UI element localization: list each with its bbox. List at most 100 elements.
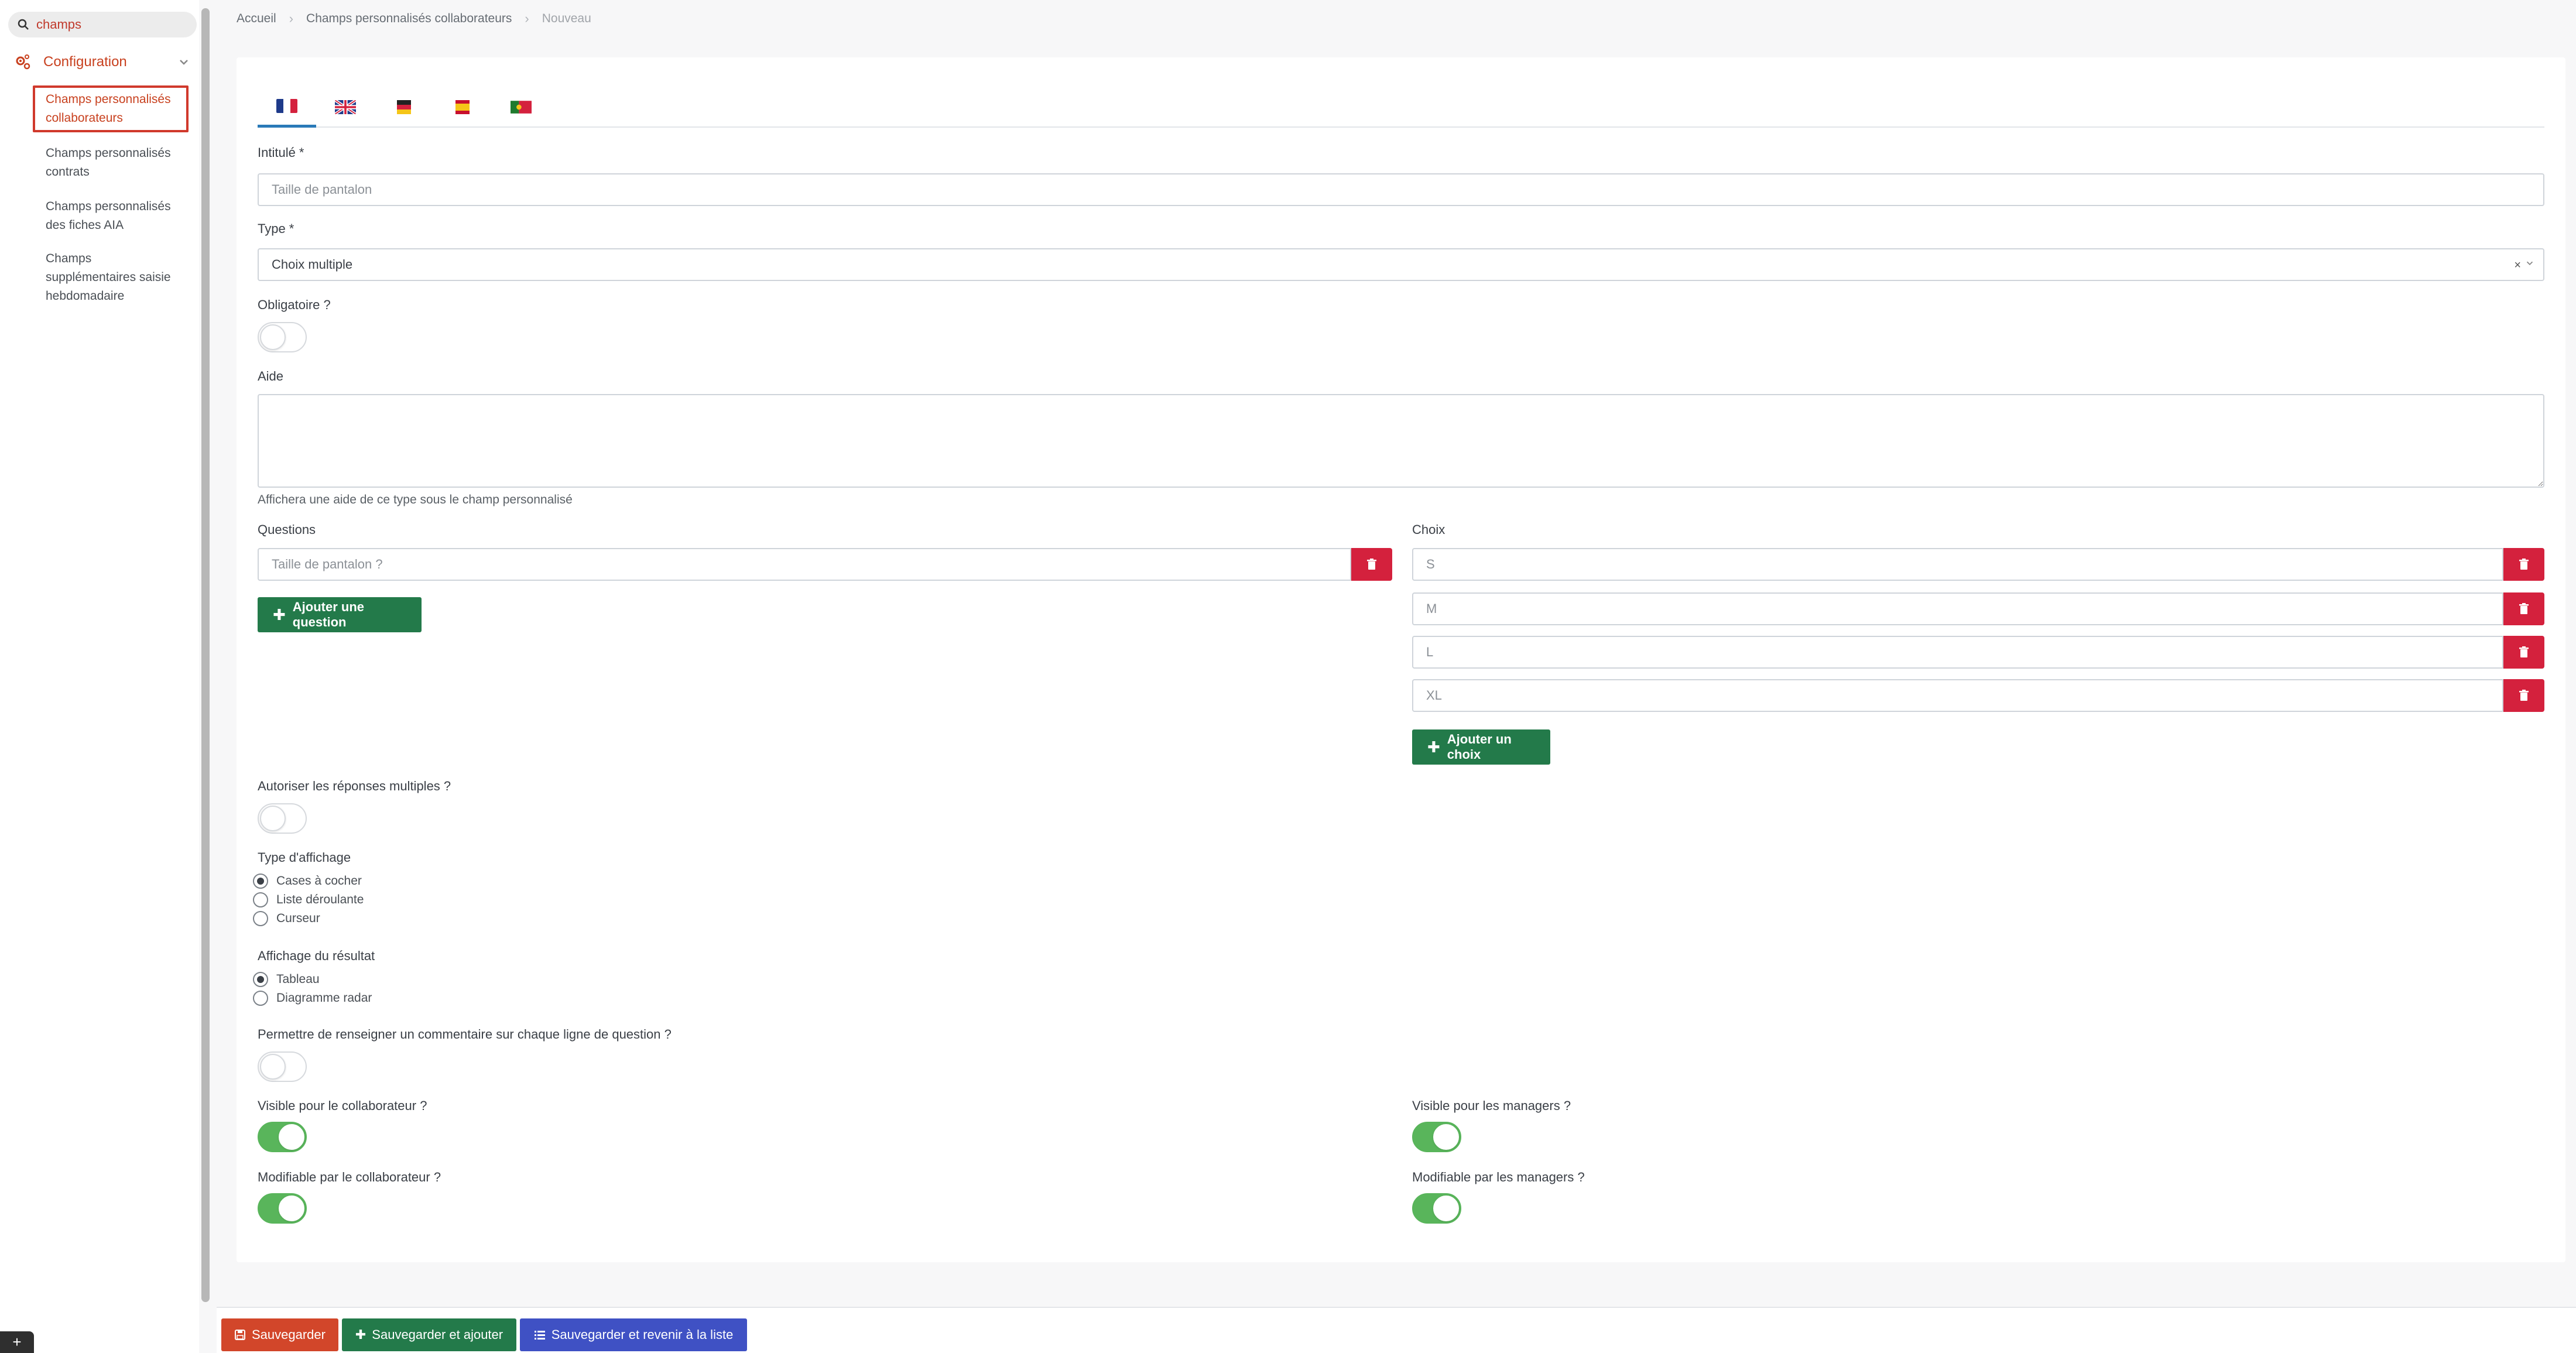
editable-collab-toggle[interactable] [258, 1193, 307, 1224]
help-textarea[interactable] [258, 394, 2544, 488]
radio-label: Tableau [276, 972, 320, 986]
pt-flag-icon [511, 101, 532, 114]
trash-icon [2519, 603, 2529, 614]
delete-choice-button[interactable] [2503, 592, 2544, 625]
radio-label: Diagramme radar [276, 991, 372, 1005]
save-label: Sauvegarder [252, 1327, 326, 1342]
sidebar-search[interactable] [8, 12, 197, 37]
add-choice-label: Ajouter un choix [1447, 732, 1512, 762]
choice-input[interactable] [1412, 679, 2503, 712]
trash-icon [2519, 690, 2529, 701]
sidebar-item-champs-contrats[interactable]: Champs personnalisés contrats [33, 141, 189, 185]
editable-managers-label: Modifiable par les managers ? [1412, 1170, 1585, 1184]
delete-choice-button[interactable] [2503, 548, 2544, 581]
radio-result-table[interactable]: Tableau [253, 972, 320, 987]
visible-managers-label: Visible pour les managers ? [1412, 1098, 1571, 1113]
tab-lang-fr[interactable] [258, 87, 316, 128]
choice-input[interactable] [1412, 592, 2503, 625]
tab-lang-de[interactable] [375, 87, 433, 128]
add-question-button[interactable]: ✚ Ajouter une question [258, 597, 422, 632]
display-type-label: Type d'affichage [258, 850, 351, 865]
help-label: Aide [258, 369, 284, 383]
add-question-label: Ajouter une question [292, 600, 365, 629]
breadcrumb: Accueil › Champs personnalisés collabora… [237, 8, 591, 29]
fr-flag-icon [276, 98, 297, 113]
choices-label: Choix [1412, 522, 1445, 537]
multiple-answers-label: Autoriser les réponses multiples ? [258, 779, 451, 793]
type-label: Type * [258, 221, 294, 236]
question-input[interactable] [258, 548, 1351, 581]
add-choice-button[interactable]: ✚ Ajouter un choix [1412, 729, 1550, 765]
visible-managers-toggle[interactable] [1412, 1122, 1461, 1152]
title-input[interactable] [258, 173, 2544, 206]
radio-display-dropdown[interactable]: Liste déroulante [253, 892, 364, 907]
de-flag-icon [397, 100, 411, 114]
tab-lang-es[interactable] [433, 87, 492, 128]
result-display-label: Affichage du résultat [258, 948, 375, 963]
sidebar-item-champs-fiches-aia[interactable]: Champs personnalisés des fiches AIA [33, 194, 189, 238]
breadcrumb-current: Nouveau [542, 12, 591, 25]
type-select[interactable]: Choix multiple × [258, 248, 2544, 281]
visible-collab-label: Visible pour le collaborateur ? [258, 1098, 427, 1113]
save-and-add-label: Sauvegarder et ajouter [372, 1327, 503, 1342]
chevron-down-icon [2526, 261, 2533, 265]
required-label: Obligatoire ? [258, 297, 331, 312]
type-select-value: Choix multiple [272, 257, 353, 272]
save-and-add-button[interactable]: ✚ Sauvegarder et ajouter [342, 1318, 516, 1351]
trash-icon [2519, 646, 2529, 657]
trash-icon [2519, 559, 2529, 570]
delete-question-button[interactable] [1351, 548, 1392, 581]
clear-icon[interactable]: × [2514, 259, 2521, 272]
chevron-down-icon [180, 60, 188, 65]
expand-button[interactable]: + [0, 1331, 34, 1353]
required-toggle[interactable] [258, 322, 307, 352]
trash-icon [1367, 559, 1376, 570]
radio-label: Curseur [276, 912, 320, 925]
choice-input[interactable] [1412, 636, 2503, 669]
plus-icon: ✚ [1427, 738, 1440, 756]
visible-collab-toggle[interactable] [258, 1122, 307, 1152]
breadcrumb-separator: › [289, 11, 294, 26]
tab-lang-pt[interactable] [492, 87, 550, 128]
save-button[interactable]: Sauvegarder [221, 1318, 338, 1351]
search-icon [18, 19, 29, 30]
gears-icon [16, 54, 30, 70]
delete-choice-button[interactable] [2503, 679, 2544, 712]
plus-icon: ✚ [355, 1327, 366, 1342]
sidebar-config-group[interactable]: Configuration [14, 50, 196, 74]
list-icon [534, 1331, 545, 1340]
radio-display-slider[interactable]: Curseur [253, 911, 320, 926]
multiple-answers-toggle[interactable] [258, 803, 307, 834]
search-input[interactable] [36, 17, 189, 32]
help-hint: Affichera une aide de ce type sous le ch… [258, 493, 573, 506]
save-and-back-button[interactable]: Sauvegarder et revenir à la liste [520, 1318, 747, 1351]
sidebar-item-champs-saisie-hebdo[interactable]: Champs supplémentaires saisie hebdomadai… [33, 246, 189, 309]
title-label: Intitulé * [258, 145, 304, 160]
radio-display-checkboxes[interactable]: Cases à cocher [253, 874, 362, 889]
radio-label: Cases à cocher [276, 874, 362, 888]
delete-choice-button[interactable] [2503, 636, 2544, 669]
sidebar: Configuration Champs personnalisés colla… [0, 0, 199, 1353]
comment-label: Permettre de renseigner un commentaire s… [258, 1027, 672, 1042]
plus-icon: ✚ [273, 605, 286, 624]
radio-result-radar[interactable]: Diagramme radar [253, 991, 372, 1006]
editable-collab-label: Modifiable par le collaborateur ? [258, 1170, 441, 1184]
comment-toggle[interactable] [258, 1051, 307, 1082]
gb-flag-icon [335, 100, 356, 114]
action-bar: Sauvegarder ✚ Sauvegarder et ajouter Sau… [217, 1307, 2576, 1353]
sidebar-item-champs-collaborateurs[interactable]: Champs personnalisés collaborateurs [33, 85, 189, 132]
language-tabs [258, 87, 2544, 128]
save-and-back-label: Sauvegarder et revenir à la liste [551, 1327, 734, 1342]
es-flag-icon [455, 100, 470, 114]
breadcrumb-separator: › [525, 11, 529, 26]
radio-label: Liste déroulante [276, 893, 364, 906]
choice-input[interactable] [1412, 548, 2503, 581]
sidebar-scrollbar[interactable] [201, 8, 210, 1302]
floppy-icon [235, 1330, 245, 1340]
breadcrumb-list[interactable]: Champs personnalisés collaborateurs [306, 12, 512, 26]
editable-managers-toggle[interactable] [1412, 1193, 1461, 1224]
sidebar-config-label: Configuration [43, 54, 127, 70]
tab-lang-en[interactable] [316, 87, 375, 128]
breadcrumb-home[interactable]: Accueil [237, 12, 276, 26]
questions-label: Questions [258, 522, 316, 537]
